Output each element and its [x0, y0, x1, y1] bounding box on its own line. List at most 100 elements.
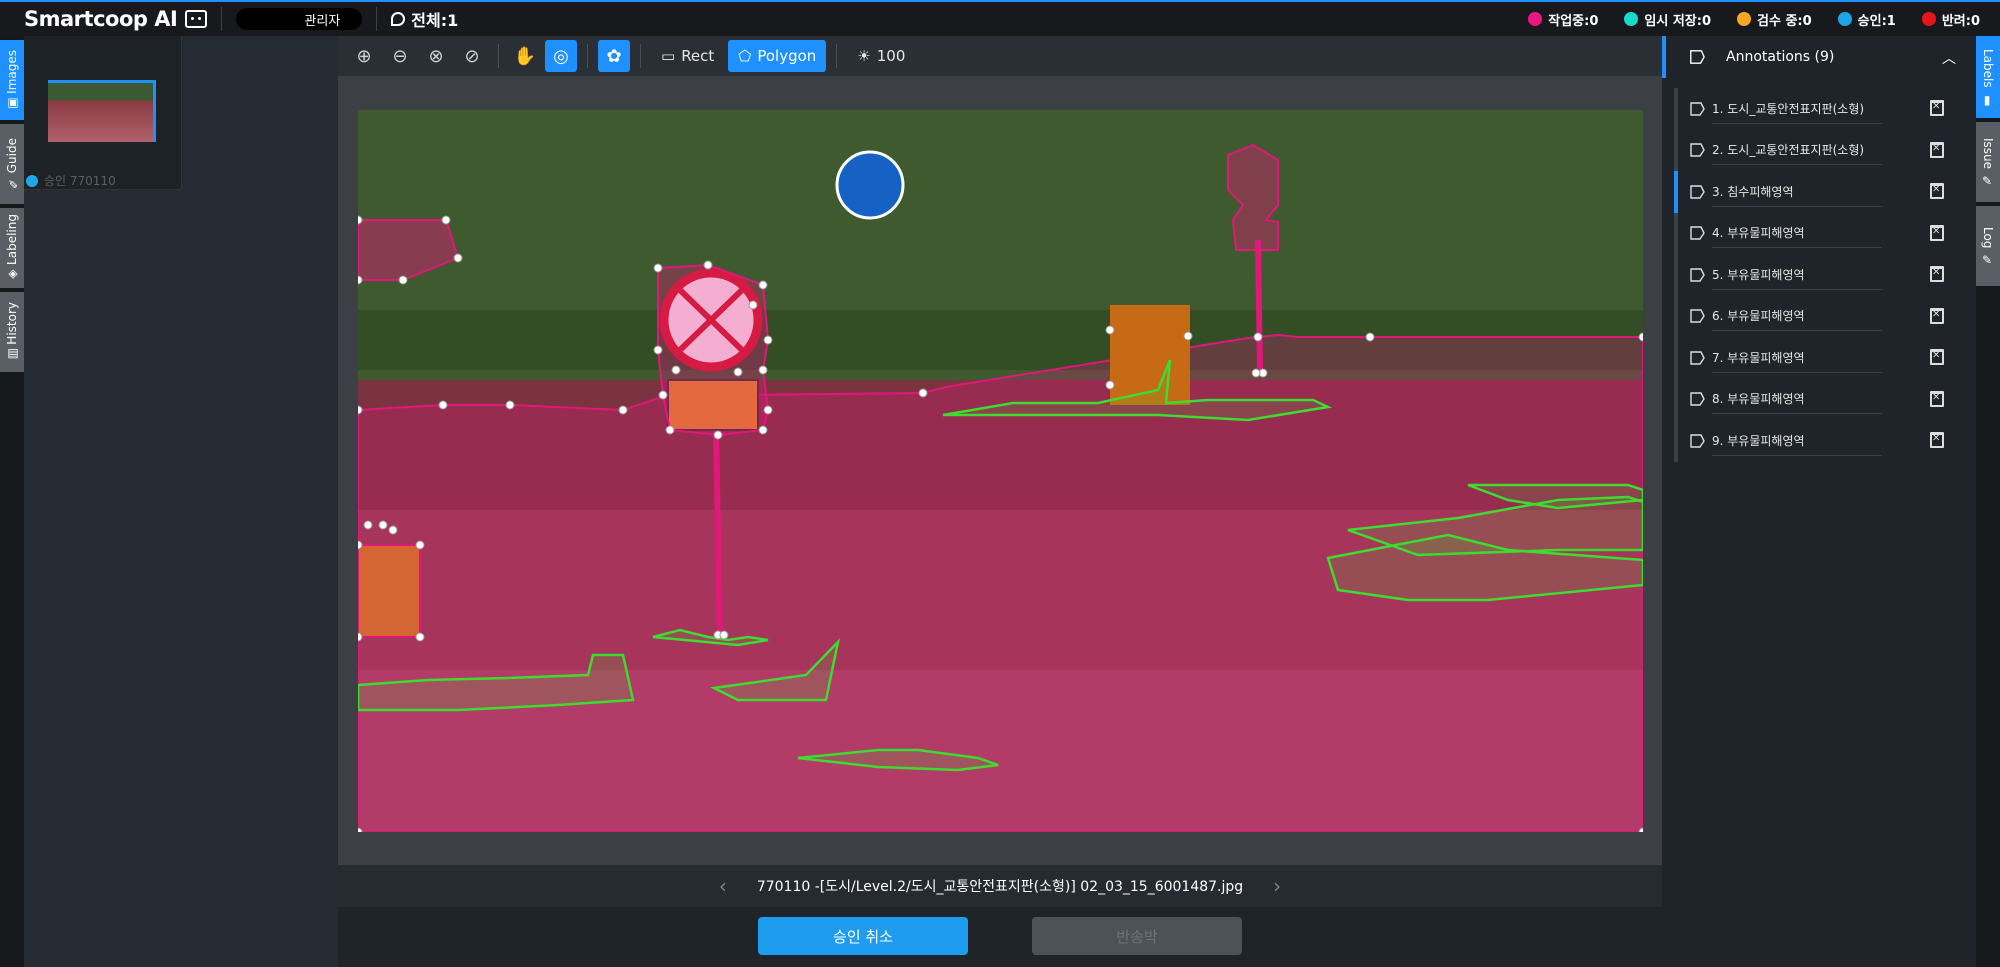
annotations-header[interactable]: Annotations (9) ︿: [1662, 36, 1976, 78]
annotation-item[interactable]: 9. 부유물피해영역: [1674, 420, 1964, 462]
top-bar: Smartcoop AI 관리자 전체:1 작업중:0 임시 저장:0 검수 중…: [0, 0, 2000, 36]
status-reviewing[interactable]: 검수 중:0: [1737, 10, 1812, 29]
sun-icon: ☀: [857, 47, 871, 65]
return-button[interactable]: 반송박: [1032, 917, 1242, 955]
tab-history[interactable]: ▤ History: [0, 292, 24, 372]
label-icon: ▮: [1980, 92, 1994, 107]
hand-pan-icon[interactable]: ✋: [509, 40, 541, 72]
polygon-icon: [1690, 268, 1705, 282]
delete-icon[interactable]: [1930, 100, 1944, 116]
delete-icon[interactable]: [1930, 349, 1944, 365]
tab-log[interactable]: Log ✎: [1976, 206, 2000, 286]
orange-pillar: [1110, 305, 1190, 405]
left-tab-bar: ▣ Images ✎ Guide ◈ Labeling ▤ History: [0, 36, 24, 967]
polygon-icon: [1690, 351, 1705, 365]
sign-polygon[interactable]: [657, 263, 770, 437]
sign-polygon[interactable]: [1227, 143, 1279, 251]
right-tab-bar: Labels ▮ Issue ✎ Log ✎: [1976, 36, 2000, 967]
zoom-in-icon[interactable]: ⊕: [348, 40, 380, 72]
canvas-area: ⊕ ⊖ ⊗ ⊘ ✋ ◎ ✿ ▭ Rect ⬠ Polygon ☀ 100: [338, 36, 1662, 865]
delete-icon[interactable]: [1930, 141, 1944, 158]
status-rejected[interactable]: 반려:0: [1921, 10, 1980, 29]
status-temp-saved[interactable]: 임시 저장:0: [1624, 10, 1711, 29]
polygon-icon: [1690, 226, 1705, 240]
delete-icon[interactable]: [1930, 307, 1944, 324]
history-icon: ▤: [6, 347, 20, 362]
status-working[interactable]: 작업중:0: [1528, 10, 1598, 29]
pillar-polygon[interactable]: [358, 544, 421, 638]
polygon-tool[interactable]: ⬠ Polygon: [728, 40, 827, 72]
status-dot: [1921, 12, 1936, 26]
polygon-icon: [1690, 143, 1705, 157]
cancel-approval-button[interactable]: 승인 취소: [758, 917, 968, 955]
annotation-item[interactable]: 1. 도시_교통안전표지판(소형): [1674, 88, 1964, 130]
image-icon: ▣: [6, 96, 20, 111]
chevron-up-icon[interactable]: ︿: [1942, 48, 1956, 68]
annotation-item[interactable]: 5. 부유물피해영역: [1674, 254, 1964, 296]
status-dot: [1737, 12, 1751, 26]
total-count: 전체:1: [391, 7, 458, 31]
status-dot: [1837, 12, 1852, 26]
delete-icon[interactable]: [1930, 432, 1944, 448]
annotated-image[interactable]: [358, 110, 1643, 832]
polygon-icon: ⬠: [738, 47, 752, 65]
tab-guide[interactable]: ✎ Guide: [0, 124, 24, 204]
palette-icon[interactable]: ✿: [598, 40, 630, 72]
annotation-item[interactable]: 8. 부유물피해영역: [1674, 378, 1964, 420]
polygon-icon: [1690, 392, 1705, 406]
status-dot: [1624, 12, 1639, 26]
annotation-list: 1. 도시_교통안전표지판(소형) 2. 도시_교통안전표지판(소형) 3. 침…: [1674, 88, 1964, 462]
crosshair-icon[interactable]: ◎: [545, 40, 577, 72]
divider: [836, 44, 838, 68]
polygon-icon: [1690, 102, 1705, 116]
polygon-icon: [1690, 434, 1705, 448]
annotation-overlay[interactable]: [358, 110, 1643, 832]
next-arrow-icon[interactable]: ›: [1273, 874, 1281, 898]
annotation-item[interactable]: 7. 부유물피해영역: [1674, 337, 1964, 379]
annotation-item[interactable]: 3. 침수피해영역: [1674, 171, 1964, 213]
divider: [640, 44, 641, 68]
delete-icon[interactable]: [1930, 390, 1944, 407]
zoom-fit-icon[interactable]: ⊗: [420, 40, 452, 72]
annotation-item[interactable]: 6. 부유물피해영역: [1674, 295, 1964, 337]
tab-issue[interactable]: Issue ✎: [1976, 122, 2000, 202]
action-bar: 승인 취소 반송박: [338, 907, 1662, 967]
polygon-icon: [1690, 309, 1705, 323]
annotation-item[interactable]: 4. 부유물피해영역: [1674, 212, 1964, 254]
robot-icon: [185, 10, 208, 28]
zoom-out-icon[interactable]: ⊖: [384, 40, 416, 72]
annotations-panel: Annotations (9) ︿ 1. 도시_교통안전표지판(소형) 2. 도…: [1662, 36, 1976, 967]
brand-name: Smartcoop AI: [24, 7, 178, 31]
brightness-control[interactable]: ☀ 100: [847, 40, 915, 72]
pencil-icon: ✎: [1980, 253, 1994, 268]
divider: [221, 7, 223, 31]
previous-arrow-icon[interactable]: ‹: [719, 874, 727, 898]
delete-icon[interactable]: [1930, 266, 1944, 282]
rect-tool[interactable]: ▭ Rect: [651, 40, 724, 72]
pencil-icon: ✎: [1980, 174, 1994, 189]
role-badge[interactable]: 관리자: [236, 8, 363, 30]
comment-icon: [391, 12, 406, 26]
total-count-label: 전체:1: [411, 11, 459, 30]
rect-icon: ▭: [661, 47, 676, 65]
tab-labels[interactable]: Labels ▮: [1976, 36, 2000, 118]
status-approved[interactable]: 승인:1: [1837, 10, 1896, 29]
annotation-item[interactable]: 2. 도시_교통안전표지판(소형): [1674, 129, 1964, 171]
divider: [376, 7, 378, 31]
thumbnail-image[interactable]: [48, 80, 156, 142]
delete-icon[interactable]: [1930, 183, 1944, 199]
bicycle-sign: [835, 150, 905, 220]
pencil-icon: ✎: [6, 176, 20, 191]
zoom-reset-icon[interactable]: ⊘: [456, 40, 488, 72]
brand-logo: Smartcoop AI: [24, 7, 208, 31]
image-filename: 770110 -[도시/Level.2/도시_교통안전표지판(소형)] 02_0…: [756, 879, 1244, 895]
image-navigator: ‹ 770110 -[도시/Level.2/도시_교통안전표지판(소형)] 02…: [338, 865, 1662, 907]
delete-icon[interactable]: [1930, 224, 1944, 241]
polygon-icon: [1690, 50, 1705, 64]
status-summary: 작업중:0 임시 저장:0 검수 중:0 승인:1 반려:0: [1528, 10, 1980, 29]
tab-labeling[interactable]: ◈ Labeling: [0, 208, 24, 288]
divider: [587, 44, 588, 68]
tab-images[interactable]: ▣ Images: [0, 40, 24, 120]
thumbnail-card[interactable]: 승인 770110: [24, 36, 182, 190]
thumbnail-caption: 승인 770110: [26, 172, 116, 189]
